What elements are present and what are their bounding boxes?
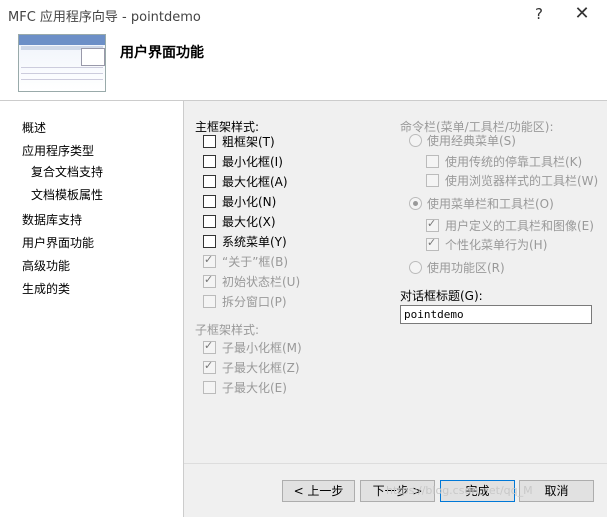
- user-toolbar-images-checkbox[interactable]: 用户定义的工具栏和图像(E): [426, 216, 594, 234]
- minimize-box-checkbox[interactable]: 最小化框(I): [203, 152, 283, 170]
- checkbox-box[interactable]: [203, 273, 216, 288]
- maximized-checkbox[interactable]: 最大化(X): [203, 212, 276, 230]
- dialog-title-input[interactable]: pointdemo: [400, 305, 592, 324]
- radio-circle[interactable]: [409, 260, 422, 274]
- sidebar-item-app-type[interactable]: 应用程序类型: [22, 142, 94, 159]
- checkbox-box[interactable]: [203, 380, 216, 394]
- checkbox-box[interactable]: [203, 174, 216, 188]
- classic-menu-radio[interactable]: 使用经典菜单(S): [409, 131, 516, 149]
- checkbox-box[interactable]: [203, 253, 216, 268]
- wizard-sidebar: 概述 应用程序类型 复合文档支持 文档模板属性 数据库支持 用户界面功能 高级功…: [0, 101, 184, 517]
- docking-toolbar-checkbox[interactable]: 使用传统的停靠工具栏(K): [426, 152, 582, 170]
- watermark: https://blog.csdn.net/qq_M: [386, 484, 533, 497]
- back-button[interactable]: < 上一步: [282, 480, 355, 502]
- sidebar-item-advanced[interactable]: 高级功能: [22, 257, 70, 274]
- footer-separator: [184, 463, 607, 464]
- checkbox-box[interactable]: [203, 154, 216, 168]
- child-frame-styles-label: 子框架样式:: [195, 323, 260, 337]
- system-menu-checkbox[interactable]: 系统菜单(Y): [203, 232, 287, 250]
- checkbox-box[interactable]: [203, 194, 216, 208]
- personalized-menu-checkbox[interactable]: 个性化菜单行为(H): [426, 235, 547, 253]
- thick-frame-checkbox[interactable]: 粗框架(T): [203, 132, 275, 150]
- about-box-checkbox[interactable]: “关于”框(B): [203, 252, 288, 270]
- sidebar-item-compound-doc[interactable]: 复合文档支持: [31, 163, 103, 180]
- minimized-checkbox[interactable]: 最小化(N): [203, 192, 276, 210]
- page-title: 用户界面功能: [120, 45, 204, 61]
- checkbox-box[interactable]: [203, 339, 216, 354]
- sidebar-item-overview[interactable]: 概述: [22, 119, 46, 136]
- checkbox-box[interactable]: [426, 173, 439, 187]
- child-maximize-box-checkbox[interactable]: 子最大化框(Z): [203, 358, 300, 376]
- initial-status-bar-checkbox[interactable]: 初始状态栏(U): [203, 272, 300, 290]
- window-preview-icon: [18, 34, 106, 92]
- sidebar-item-generated-classes[interactable]: 生成的类: [22, 280, 70, 297]
- child-maximized-checkbox[interactable]: 子最大化(E): [203, 378, 287, 396]
- radio-circle[interactable]: [409, 196, 422, 210]
- checkbox-box[interactable]: [426, 154, 439, 168]
- child-minimize-box-checkbox[interactable]: 子最小化框(M): [203, 338, 302, 356]
- checkbox-box[interactable]: [203, 234, 216, 248]
- checkbox-box[interactable]: [203, 294, 216, 308]
- sidebar-item-database[interactable]: 数据库支持: [22, 211, 82, 228]
- dialog-title-label: 对话框标题(G):: [400, 289, 483, 303]
- title-bar: MFC 应用程序向导 - pointdemo ? ✕: [0, 0, 607, 30]
- window-title: MFC 应用程序向导 - pointdemo: [8, 10, 201, 25]
- wizard-header: 用户界面功能: [0, 30, 607, 101]
- ribbon-radio[interactable]: 使用功能区(R): [409, 258, 505, 276]
- sidebar-item-ui-features[interactable]: 用户界面功能: [22, 234, 95, 251]
- checkbox-box[interactable]: [426, 236, 439, 251]
- sidebar-item-doc-template[interactable]: 文档模板属性: [31, 186, 103, 203]
- checkbox-box[interactable]: [203, 214, 216, 228]
- help-button[interactable]: ?: [529, 4, 549, 24]
- checkbox-box[interactable]: [426, 217, 439, 232]
- checkbox-box[interactable]: [203, 359, 216, 374]
- maximize-box-checkbox[interactable]: 最大化框(A): [203, 172, 288, 190]
- menubar-toolbar-radio[interactable]: 使用菜单栏和工具栏(O): [409, 194, 554, 212]
- close-button[interactable]: ✕: [570, 3, 594, 25]
- checkbox-box[interactable]: [203, 134, 216, 148]
- browser-toolbar-checkbox[interactable]: 使用浏览器样式的工具栏(W): [426, 171, 598, 189]
- radio-circle[interactable]: [409, 133, 422, 147]
- split-window-checkbox[interactable]: 拆分窗口(P): [203, 292, 287, 310]
